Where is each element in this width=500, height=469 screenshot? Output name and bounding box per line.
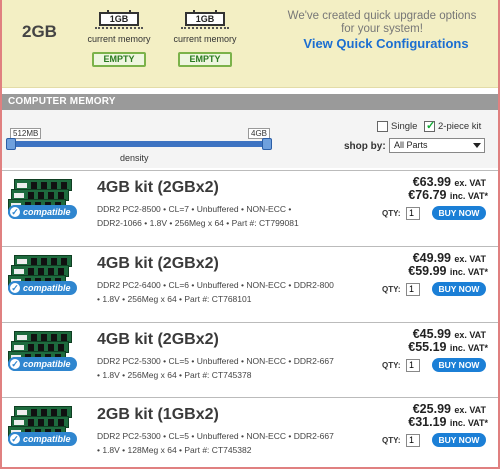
chip-pins	[95, 27, 143, 31]
slot-caption: current memory	[173, 34, 237, 44]
buy-now-button[interactable]: BUY NOW	[432, 433, 486, 447]
qty-input[interactable]: 1	[406, 283, 420, 296]
memory-chip-icon: 1GB	[185, 10, 225, 26]
product-spec-line-2: • 1.8V • 256Meg x 64 • Part #: CT768101	[97, 294, 252, 304]
upgrade-message: We've created quick upgrade options for …	[287, 10, 477, 35]
empty-slot-icon: EMPTY	[178, 52, 232, 67]
qty-label: QTY:	[382, 209, 401, 218]
qty-label: QTY:	[382, 285, 401, 294]
checkmark-icon: ✓	[8, 205, 22, 219]
empty-slot-icon: EMPTY	[92, 52, 146, 67]
price-ex-vat: €25.99 ex. VAT	[413, 402, 486, 416]
density-label: density	[120, 153, 149, 163]
view-quick-configurations-link[interactable]: View Quick Configurations	[286, 36, 486, 51]
checkmark-icon: ✓	[8, 357, 22, 371]
memory-slot-1: 1GB current memory	[84, 10, 154, 44]
product-spec-line-2: • 1.8V • 256Meg x 64 • Part #: CT745378	[97, 370, 252, 380]
compatible-badge: ✓ compatible	[8, 281, 77, 295]
inc-vat-suffix: inc. VAT*	[449, 191, 488, 201]
product-row: ✓ compatible 4GB kit (2GBx2) DDR2 PC2-85…	[2, 170, 498, 246]
section-header: COMPUTER MEMORY	[2, 94, 498, 110]
buy-now-button[interactable]: BUY NOW	[432, 358, 486, 372]
buy-now-button[interactable]: BUY NOW	[432, 206, 486, 220]
price-ex-vat-value: €49.99	[412, 251, 451, 265]
two-piece-label: 2-piece kit	[438, 121, 482, 132]
price-ex-vat-value: €45.99	[412, 327, 451, 341]
price-ex-vat-value: €25.99	[412, 402, 451, 416]
ex-vat-suffix: ex. VAT	[454, 330, 486, 340]
dropdown-arrow-icon	[473, 143, 481, 148]
inc-vat-suffix: inc. VAT*	[449, 267, 488, 277]
product-description: DDR2 PC2-6400 • CL=6 • Unbuffered • NON-…	[97, 278, 367, 306]
compatible-label: compatible	[23, 207, 71, 217]
shop-by-select[interactable]: All Parts	[389, 138, 485, 153]
price-inc-vat: €76.79 inc. VAT*	[408, 188, 488, 202]
price-inc-vat: €55.19 inc. VAT*	[408, 340, 488, 354]
slot-caption: current memory	[87, 34, 151, 44]
qty-label: QTY:	[382, 436, 401, 445]
inc-vat-suffix: inc. VAT*	[449, 418, 488, 428]
total-capacity: 2GB	[22, 22, 57, 41]
density-slider-track[interactable]	[10, 141, 268, 147]
price-ex-vat: €45.99 ex. VAT	[413, 327, 486, 341]
two-piece-checkbox[interactable]	[424, 119, 435, 132]
product-title[interactable]: 2GB kit (1GBx2)	[97, 406, 219, 424]
memory-configuration-panel: 2GB 1GB current memory 1GB current memor…	[2, 0, 498, 88]
compatible-badge: ✓ compatible	[8, 432, 77, 446]
price-inc-vat-value: €59.99	[408, 264, 447, 278]
memory-slot-3: EMPTY	[84, 52, 154, 67]
qty-input[interactable]: 1	[406, 207, 420, 220]
price-inc-vat-value: €31.19	[408, 415, 447, 429]
price-inc-vat-value: €55.19	[408, 340, 447, 354]
product-row: ✓ compatible 4GB kit (2GBx2) DDR2 PC2-53…	[2, 322, 498, 398]
single-label: Single	[391, 121, 418, 132]
compatible-label: compatible	[23, 434, 71, 444]
buy-now-button[interactable]: BUY NOW	[432, 282, 486, 296]
product-spec-line-2: • 1.8V • 128Meg x 64 • Part #: CT745382	[97, 445, 252, 455]
memory-slot-2: 1GB current memory	[170, 10, 240, 44]
ex-vat-suffix: ex. VAT	[454, 178, 486, 188]
price-ex-vat-value: €63.99	[412, 175, 451, 189]
compatible-label: compatible	[23, 359, 71, 369]
compatible-badge: ✓ compatible	[8, 205, 77, 219]
product-description: DDR2 PC2-5300 • CL=5 • Unbuffered • NON-…	[97, 429, 367, 457]
product-row: ✓ compatible 2GB kit (1GBx2) DDR2 PC2-53…	[2, 397, 498, 469]
density-slider-max-handle[interactable]	[262, 138, 272, 150]
product-title[interactable]: 4GB kit (2GBx2)	[97, 331, 219, 349]
product-title[interactable]: 4GB kit (2GBx2)	[97, 255, 219, 273]
price-inc-vat: €59.99 inc. VAT*	[408, 264, 488, 278]
two-piece-option[interactable]: 2-piece kit	[424, 119, 482, 132]
checkmark-icon: ✓	[8, 432, 22, 446]
product-description: DDR2 PC2-8500 • CL=7 • Unbuffered • NON-…	[97, 202, 367, 230]
qty-label: QTY:	[382, 361, 401, 370]
density-slider-min-handle[interactable]	[6, 138, 16, 150]
price-inc-vat: €31.19 inc. VAT*	[408, 415, 488, 429]
ex-vat-suffix: ex. VAT	[454, 405, 486, 415]
compatible-badge: ✓ compatible	[8, 357, 77, 371]
shop-by-value: All Parts	[394, 140, 428, 150]
product-title[interactable]: 4GB kit (2GBx2)	[97, 179, 219, 197]
ex-vat-suffix: ex. VAT	[454, 254, 486, 264]
memory-chip-icon: 1GB	[99, 10, 139, 26]
price-ex-vat: €49.99 ex. VAT	[413, 251, 486, 265]
qty-input[interactable]: 1	[406, 359, 420, 372]
product-spec-line-2: DDR2-1066 • 1.8V • 256Meg x 64 • Part #:…	[97, 218, 299, 228]
qty-input[interactable]: 1	[406, 434, 420, 447]
shop-by-label: shop by:	[344, 141, 386, 152]
price-ex-vat: €63.99 ex. VAT	[413, 175, 486, 189]
memory-slot-4: EMPTY	[170, 52, 240, 67]
product-spec-line-1: DDR2 PC2-5300 • CL=5 • Unbuffered • NON-…	[97, 356, 334, 366]
single-checkbox[interactable]	[377, 121, 388, 132]
single-option[interactable]: Single	[377, 121, 417, 132]
product-spec-line-1: DDR2 PC2-8500 • CL=7 • Unbuffered • NON-…	[97, 204, 292, 214]
compatible-label: compatible	[23, 283, 71, 293]
chip-pins	[181, 27, 229, 31]
product-description: DDR2 PC2-5300 • CL=5 • Unbuffered • NON-…	[97, 354, 367, 382]
product-spec-line-1: DDR2 PC2-6400 • CL=6 • Unbuffered • NON-…	[97, 280, 334, 290]
product-spec-line-1: DDR2 PC2-5300 • CL=5 • Unbuffered • NON-…	[97, 431, 334, 441]
checkmark-icon: ✓	[8, 281, 22, 295]
price-inc-vat-value: €76.79	[408, 188, 447, 202]
product-row: ✓ compatible 4GB kit (2GBx2) DDR2 PC2-64…	[2, 246, 498, 322]
inc-vat-suffix: inc. VAT*	[449, 343, 488, 353]
